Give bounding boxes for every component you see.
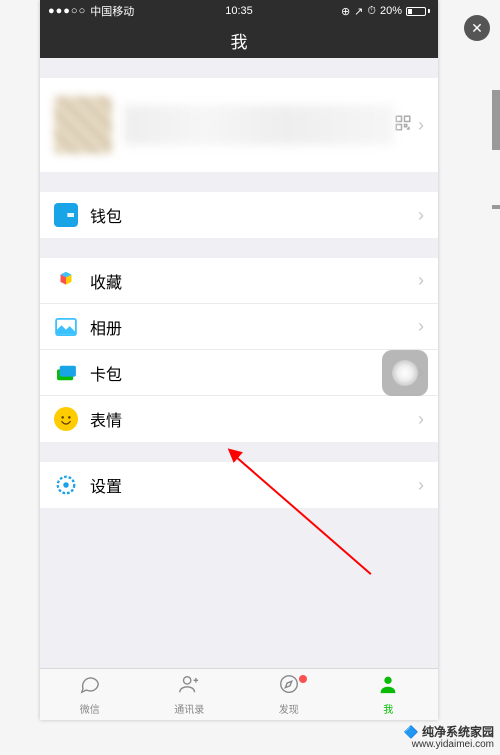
tab-discover[interactable]: 发现 <box>239 669 339 720</box>
row-settings[interactable]: 设置 › <box>40 462 438 508</box>
tab-chat[interactable]: 微信 <box>40 669 140 720</box>
profile-row[interactable]: › <box>40 78 438 172</box>
assistive-touch[interactable] <box>382 350 428 396</box>
tab-bar: 微信 通讯录 发现 我 <box>40 668 438 720</box>
chevron-right-icon: › <box>418 270 424 291</box>
phone-screenshot: ●●●○○ 中国移动 10:35 ⊕ ↗ ⏱ 20% 我 › <box>40 0 438 720</box>
album-icon <box>54 315 78 339</box>
close-button[interactable]: ✕ <box>464 15 490 41</box>
row-label: 表情 <box>90 407 418 431</box>
wallet-icon <box>54 203 78 227</box>
nav-bar: 我 <box>40 22 438 58</box>
location-icon: ↗ <box>354 5 363 18</box>
me-icon <box>376 673 400 699</box>
row-label: 相册 <box>90 315 418 339</box>
tab-contacts[interactable]: 通讯录 <box>140 669 240 720</box>
watermark: 🔷 纯净系统家园 www.yidaimei.com <box>404 725 494 751</box>
page-title: 我 <box>231 28 248 53</box>
watermark-url: www.yidaimei.com <box>404 739 494 751</box>
alarm-icon: ⏱ <box>367 5 376 18</box>
clock: 10:35 <box>225 5 253 17</box>
tab-label: 微信 <box>80 701 100 716</box>
watermark-brand: 🔷 纯净系统家园 <box>404 725 494 739</box>
signal-strength-icon: ●●●○○ <box>48 5 86 17</box>
battery-percent: 20% <box>380 5 402 17</box>
status-bar: ●●●○○ 中国移动 10:35 ⊕ ↗ ⏱ 20% <box>40 0 438 22</box>
row-album[interactable]: 相册 › <box>40 304 438 350</box>
row-favorites[interactable]: 收藏 › <box>40 258 438 304</box>
avatar <box>54 96 112 154</box>
orientation-lock-icon: ⊕ <box>341 5 350 18</box>
chevron-right-icon: › <box>418 115 424 136</box>
row-wallet[interactable]: 钱包 › <box>40 192 438 238</box>
tab-me[interactable]: 我 <box>339 669 439 720</box>
discover-icon <box>277 673 301 699</box>
row-label: 钱包 <box>90 203 418 227</box>
chevron-right-icon: › <box>418 205 424 226</box>
settings-icon <box>54 473 78 497</box>
chevron-right-icon: › <box>418 316 424 337</box>
contacts-icon <box>177 673 201 699</box>
emoji-icon <box>54 407 78 431</box>
scroll-indicator <box>492 90 500 150</box>
battery-icon <box>406 7 430 16</box>
tab-label: 发现 <box>279 701 299 716</box>
assistive-touch-icon <box>392 360 418 386</box>
content-area: › 钱包 › 收藏 › <box>40 78 438 508</box>
tab-label: 我 <box>383 701 393 716</box>
qr-code-icon <box>394 114 412 137</box>
carrier-label: 中国移动 <box>90 3 134 19</box>
row-label: 收藏 <box>90 269 418 293</box>
profile-name-blurred <box>124 105 394 145</box>
notification-badge <box>299 675 307 683</box>
chevron-right-icon: › <box>418 475 424 496</box>
chat-icon <box>78 673 102 699</box>
row-label: 卡包 <box>90 361 418 385</box>
favorites-icon <box>54 269 78 293</box>
row-cards[interactable]: 卡包 › <box>40 350 438 396</box>
chevron-right-icon: › <box>418 409 424 430</box>
scroll-indicator <box>492 205 500 209</box>
tab-label: 通讯录 <box>174 701 204 716</box>
row-stickers[interactable]: 表情 › <box>40 396 438 442</box>
cards-icon <box>54 361 78 385</box>
row-label: 设置 <box>90 473 418 497</box>
